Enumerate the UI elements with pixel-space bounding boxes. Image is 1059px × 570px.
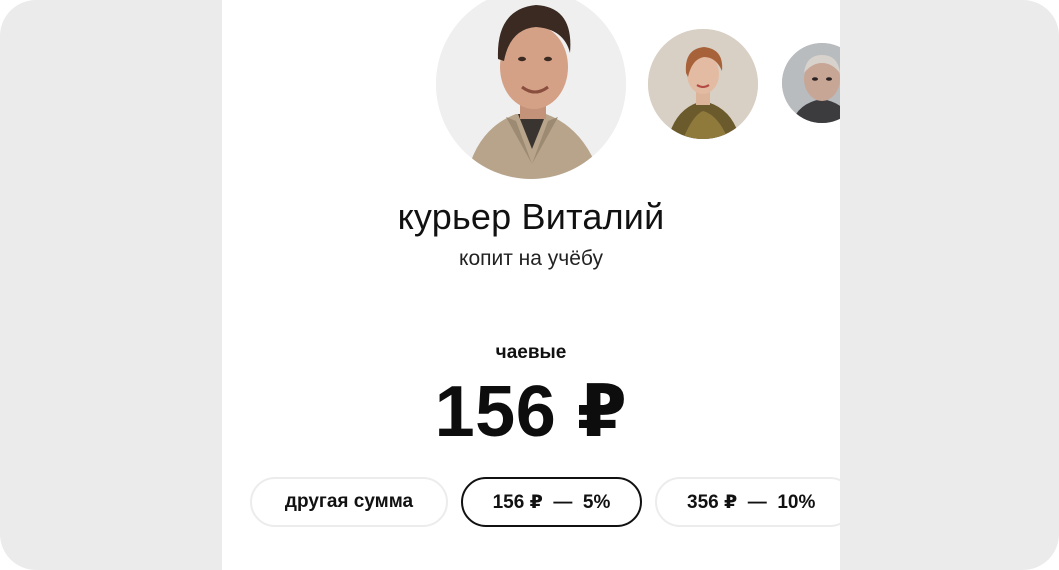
courier-avatar[interactable] [436,0,626,179]
courier-photo [436,0,626,179]
tips-label: чаевые [495,342,567,363]
courier-photo-2 [648,29,758,139]
tip-screen: курьер Виталий копит на учёбу чаевые 156… [222,0,840,570]
tip-option-custom-button[interactable]: другая сумма [250,477,448,527]
courier-name: курьер Виталий [397,196,665,237]
tip-option-10-percent-button[interactable]: 356 ₽ — 10% [655,477,840,527]
courier-photo-3 [782,43,840,123]
screen-background: курьер Виталий копит на учёбу чаевые 156… [0,0,1059,570]
tip-amount: 156 ₽ [434,372,628,452]
courier-avatar-3[interactable] [782,43,840,123]
tip-option-5-percent-button[interactable]: 156 ₽ — 5% [461,477,642,527]
courier-goal: копит на учёбу [459,247,603,270]
courier-avatar-2[interactable] [648,29,758,139]
